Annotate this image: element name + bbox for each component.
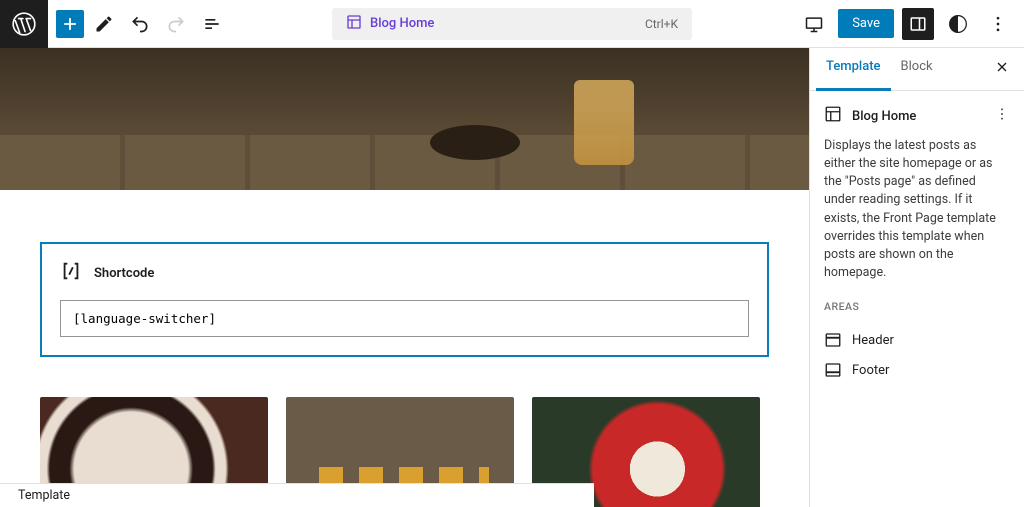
close-icon	[994, 59, 1010, 75]
document-title-bar[interactable]: Blog Home Ctrl+K	[332, 8, 692, 40]
areas-heading: AREAS	[824, 300, 1010, 313]
close-sidebar-button[interactable]	[986, 48, 1018, 90]
area-label: Header	[852, 333, 894, 348]
redo-button[interactable]	[160, 8, 192, 40]
template-icon	[824, 105, 842, 127]
document-overview-button[interactable]	[196, 8, 228, 40]
sidebar-tabs: Template Block	[810, 48, 1024, 91]
pencil-icon	[94, 14, 114, 34]
area-label: Footer	[852, 363, 889, 378]
more-vertical-icon	[988, 14, 1008, 34]
header-icon	[824, 331, 842, 349]
toolbar-right: Save	[798, 8, 1024, 40]
shortcode-label: Shortcode	[94, 266, 154, 281]
undo-button[interactable]	[124, 8, 156, 40]
shortcode-block[interactable]: Shortcode	[40, 242, 769, 357]
document-name: Blog Home	[370, 16, 434, 31]
save-button[interactable]: Save	[838, 9, 894, 38]
more-vertical-icon	[994, 106, 1010, 122]
breadcrumb[interactable]: Template	[0, 483, 594, 507]
desktop-icon	[804, 14, 824, 34]
shortcode-input[interactable]	[60, 300, 749, 337]
undo-icon	[130, 14, 150, 34]
options-button[interactable]	[982, 8, 1014, 40]
wordpress-logo[interactable]	[0, 0, 48, 48]
list-icon	[202, 14, 222, 34]
hero-image	[0, 48, 809, 190]
template-icon	[346, 14, 362, 34]
template-description: Displays the latest posts as either the …	[824, 137, 1010, 282]
sidebar-icon	[909, 15, 927, 33]
styles-button[interactable]	[942, 8, 974, 40]
settings-sidebar-toggle[interactable]	[902, 8, 934, 40]
template-actions-button[interactable]	[994, 106, 1010, 126]
editor-canvas[interactable]: Shortcode Template	[0, 48, 809, 507]
contrast-icon	[948, 14, 968, 34]
tab-block[interactable]: Block	[891, 48, 943, 90]
area-footer[interactable]: Footer	[824, 355, 1010, 385]
command-shortcut: Ctrl+K	[645, 17, 678, 31]
wordpress-icon	[11, 11, 37, 37]
plus-icon	[60, 14, 80, 34]
view-button[interactable]	[798, 8, 830, 40]
tab-template[interactable]: Template	[816, 48, 891, 91]
add-block-button[interactable]	[56, 10, 84, 38]
settings-sidebar: Template Block Blog Home Displays the la…	[809, 48, 1024, 507]
tools-button[interactable]	[88, 8, 120, 40]
top-toolbar: Blog Home Ctrl+K Save	[0, 0, 1024, 48]
redo-icon	[166, 14, 186, 34]
shortcode-icon	[60, 260, 82, 286]
footer-icon	[824, 361, 842, 379]
area-header[interactable]: Header	[824, 325, 1010, 355]
toolbar-left	[48, 8, 228, 40]
sidebar-title: Blog Home	[852, 109, 916, 124]
main: Shortcode Template Template Block	[0, 48, 1024, 507]
